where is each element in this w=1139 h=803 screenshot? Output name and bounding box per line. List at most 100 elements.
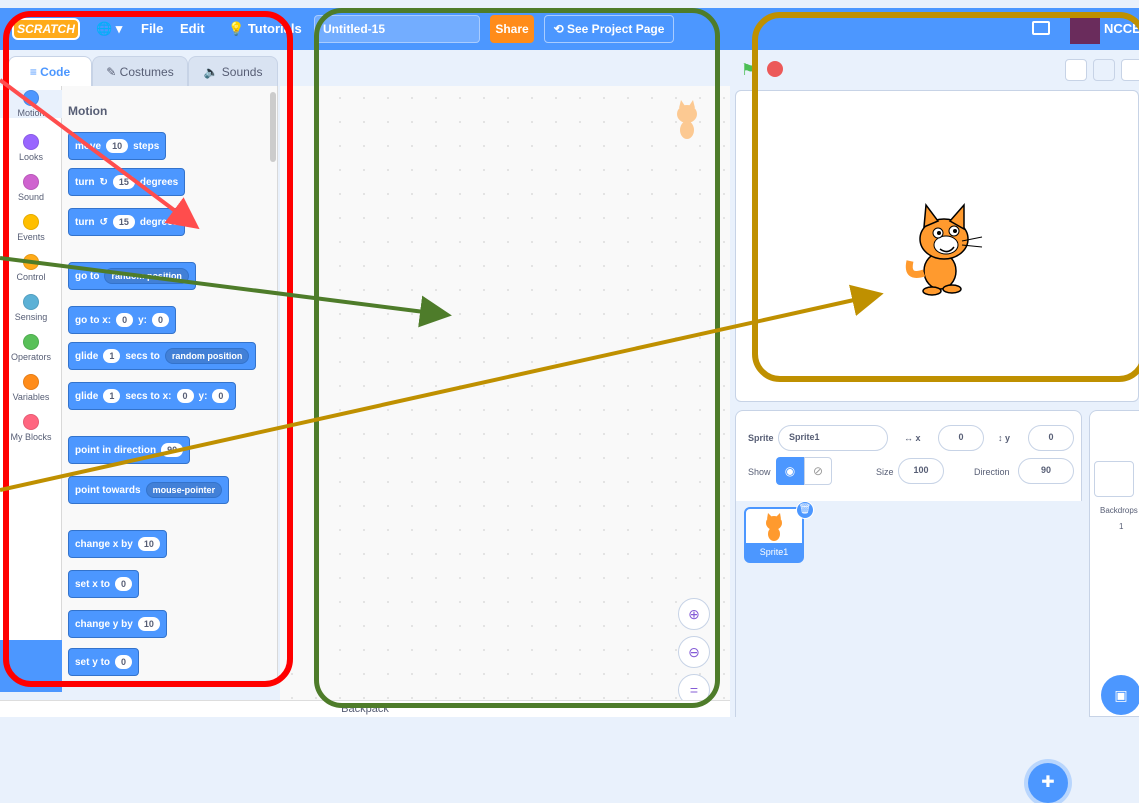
- block-turn-left[interactable]: turn ↺ 15 degrees: [68, 208, 186, 236]
- block-input[interactable]: 1: [103, 389, 121, 403]
- block-input[interactable]: 90: [161, 443, 184, 457]
- block-input[interactable]: 0: [115, 655, 133, 669]
- block-text: degrees: [139, 176, 179, 188]
- block-palette: Motion move 10 steps turn ↻ 15 degrees turn ↺ 1…: [62, 86, 278, 680]
- category-dot-icon: [23, 90, 39, 106]
- zoom-out-icon[interactable]: ⊖: [678, 636, 710, 668]
- category-motion[interactable]: Motion: [0, 90, 62, 118]
- sprite-tile[interactable]: Sprite1 🗑: [744, 501, 814, 563]
- sprite-cat[interactable]: [902, 201, 986, 297]
- tutorials-menu[interactable]: 💡 Tutorials: [228, 21, 302, 37]
- block-text: secs to: [125, 350, 160, 362]
- category-label: Sound: [17, 192, 45, 202]
- code-workspace[interactable]: ⊕ ⊖ =: [280, 86, 730, 706]
- block-text: move: [75, 140, 102, 152]
- category-label: Variables: [12, 392, 50, 402]
- zoom-in-icon[interactable]: ⊕: [678, 598, 710, 630]
- category-control[interactable]: Control: [0, 254, 62, 282]
- block-input[interactable]: 0: [212, 389, 230, 403]
- block-input[interactable]: 0: [116, 313, 134, 327]
- block-text: point in direction: [75, 444, 157, 456]
- tab-code[interactable]: ≡ Code: [8, 56, 92, 88]
- block-point-towards[interactable]: point towards mouse-pointer: [68, 476, 230, 504]
- category-operators[interactable]: Operators: [0, 334, 62, 362]
- block-text: set y to: [75, 656, 111, 668]
- delete-trash-icon[interactable]: 🗑: [796, 501, 814, 519]
- stage[interactable]: [735, 90, 1139, 402]
- stop-icon[interactable]: [767, 61, 783, 77]
- block-dropdown[interactable]: mouse-pointer: [145, 482, 223, 498]
- block-glide-to-xy[interactable]: glide 1 secs to x: 0 y: 0: [68, 382, 237, 410]
- sprite-list: Sprite1 🗑 ✚: [736, 501, 1083, 803]
- see-project-page-button[interactable]: ⟲ See Project Page: [544, 15, 674, 43]
- block-input[interactable]: 0: [176, 389, 194, 403]
- account-avatar[interactable]: [1070, 14, 1100, 44]
- hide-eye-slash-icon[interactable]: ⊘: [804, 457, 832, 485]
- block-dropdown[interactable]: random position: [164, 348, 250, 364]
- code-icon: ≡: [29, 65, 41, 79]
- stage-header: ⚑: [735, 50, 1139, 90]
- scratch-logo[interactable]: SCRATCH: [12, 18, 80, 40]
- backpack[interactable]: Backpack: [0, 700, 730, 717]
- tab-sounds[interactable]: 🔈 Sounds: [188, 56, 278, 88]
- choose-backdrop-icon[interactable]: ▣: [1101, 675, 1139, 715]
- size-input[interactable]: 100: [898, 458, 944, 484]
- share-button[interactable]: Share: [490, 15, 534, 43]
- project-title-input[interactable]: Untitled-15: [314, 15, 480, 43]
- block-input[interactable]: 0: [115, 577, 133, 591]
- category-sound[interactable]: Sound: [0, 174, 62, 202]
- sprite-name-input[interactable]: Sprite1: [778, 425, 888, 451]
- show-visible-eye-icon[interactable]: ◉: [776, 457, 804, 485]
- small-stage-icon[interactable]: [1065, 59, 1087, 81]
- block-text: go to: [75, 270, 100, 282]
- block-input[interactable]: 10: [137, 537, 160, 551]
- category-label: Sensing: [14, 312, 48, 322]
- block-go-to-xy[interactable]: go to x: 0 y: 0: [68, 306, 177, 334]
- block-input[interactable]: 0: [152, 313, 170, 327]
- tab-costumes[interactable]: ✎ Costumes: [92, 56, 188, 88]
- add-extension-button[interactable]: [0, 640, 62, 692]
- block-move-steps[interactable]: move 10 steps: [68, 132, 167, 160]
- rotate-right-icon: ↻: [99, 176, 108, 188]
- category-variables[interactable]: Variables: [0, 374, 62, 402]
- block-point-in-direction[interactable]: point in direction 90: [68, 436, 191, 464]
- block-turn-right[interactable]: turn ↻ 15 degrees: [68, 168, 186, 196]
- category-label: Control: [16, 272, 46, 282]
- category-sensing[interactable]: Sensing: [0, 294, 62, 322]
- block-text: y:: [198, 390, 208, 402]
- choose-sprite-cat-icon[interactable]: ✚: [1028, 763, 1068, 803]
- normal-stage-icon[interactable]: [1093, 59, 1115, 81]
- category-looks[interactable]: Looks: [0, 134, 62, 162]
- current-sprite-icon: [677, 100, 697, 139]
- direction-input[interactable]: 90: [1018, 458, 1074, 484]
- block-set-y[interactable]: set y to 0: [68, 648, 140, 676]
- block-change-y[interactable]: change y by 10: [68, 610, 167, 638]
- palette-scrollbar[interactable]: [270, 92, 276, 162]
- block-input[interactable]: 10: [106, 139, 129, 153]
- x-input[interactable]: 0: [938, 425, 984, 451]
- edit-menu[interactable]: Edit: [180, 21, 205, 36]
- block-set-x[interactable]: set x to 0: [68, 570, 140, 598]
- language-menu-button[interactable]: 🌐 ▾: [96, 21, 122, 37]
- fullscreen-icon[interactable]: [1121, 59, 1139, 81]
- block-input[interactable]: 15: [112, 215, 135, 229]
- block-go-to[interactable]: go to random position: [68, 262, 196, 290]
- backdrops-label: Backdrops: [1100, 506, 1138, 515]
- account-name[interactable]: NCCE: [1104, 21, 1139, 36]
- green-flag-icon[interactable]: ⚑: [741, 60, 755, 79]
- y-input[interactable]: 0: [1028, 425, 1074, 451]
- see-project-label: See Project Page: [567, 22, 665, 36]
- file-menu[interactable]: File: [141, 21, 163, 36]
- block-change-x[interactable]: change x by 10: [68, 530, 167, 558]
- block-dropdown[interactable]: random position: [104, 268, 189, 284]
- block-input[interactable]: 1: [103, 349, 121, 363]
- lightbulb-icon: 💡: [228, 21, 248, 36]
- block-input[interactable]: 10: [137, 617, 160, 631]
- block-glide-to[interactable]: glide 1 secs to random position: [68, 342, 257, 370]
- category-events[interactable]: Events: [0, 214, 62, 242]
- block-input[interactable]: 15: [112, 175, 135, 189]
- category-my-blocks[interactable]: My Blocks: [0, 414, 62, 442]
- palette-category-title: Motion: [68, 104, 108, 118]
- my-stuff-folder-icon[interactable]: [1032, 21, 1050, 35]
- stage-backdrop-panel[interactable]: Backdrops 1 ▣: [1089, 410, 1139, 717]
